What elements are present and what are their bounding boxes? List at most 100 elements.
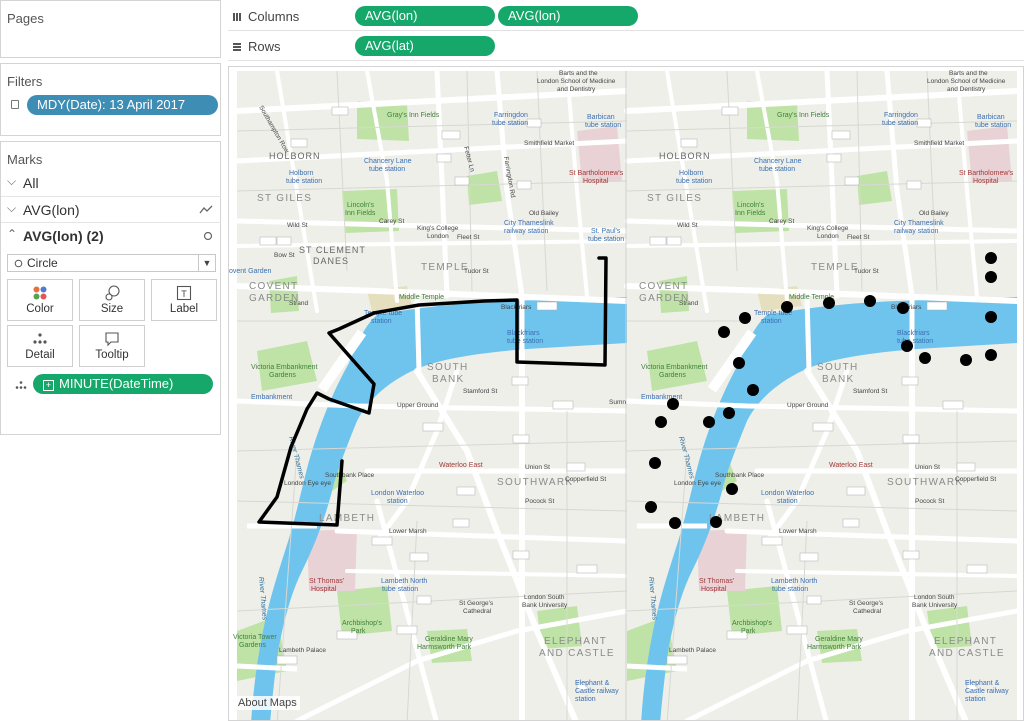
place-label: Park bbox=[351, 628, 366, 635]
map-tile-left bbox=[237, 71, 627, 720]
place-label: Bank University bbox=[912, 602, 958, 609]
route-point[interactable] bbox=[726, 483, 738, 495]
street-label: Stamford St bbox=[463, 388, 498, 395]
street-label: Wild St bbox=[677, 222, 698, 229]
place-label: tube station bbox=[369, 166, 405, 173]
street-label: Bow St bbox=[274, 252, 295, 259]
route-point[interactable] bbox=[985, 349, 997, 361]
place-label: Smithfield Market bbox=[914, 140, 964, 147]
color-icon bbox=[33, 286, 47, 300]
place-label: St George's bbox=[459, 600, 494, 607]
route-point[interactable] bbox=[703, 416, 715, 428]
area-label: DANES bbox=[313, 256, 349, 266]
marks-layer2-row[interactable]: ⌃ AVG(lon) (2) bbox=[1, 224, 221, 250]
place-label: London bbox=[427, 233, 449, 240]
place-label: Barts and the bbox=[949, 70, 988, 77]
route-point[interactable] bbox=[655, 416, 667, 428]
place-label: Chancery Lane bbox=[364, 158, 412, 165]
area-label: SOUTH bbox=[817, 362, 859, 373]
tooltip-icon bbox=[105, 332, 119, 347]
place-label: Southbank Place bbox=[325, 472, 375, 479]
place-label: Cathedral bbox=[463, 608, 492, 615]
place-label: Harmsworth Park bbox=[417, 644, 472, 651]
route-point[interactable] bbox=[781, 301, 793, 313]
detail-card[interactable]: Detail bbox=[7, 325, 73, 367]
columns-pill-1[interactable]: AVG(lon) bbox=[355, 6, 495, 26]
tooltip-card[interactable]: Tooltip bbox=[79, 325, 145, 367]
rows-label: Rows bbox=[248, 39, 281, 54]
route-point[interactable] bbox=[710, 516, 722, 528]
place-label: St Bartholomew's bbox=[959, 170, 1014, 177]
rows-shelf: Rows AVG(lat) bbox=[228, 33, 1024, 61]
place-label: Chancery Lane bbox=[754, 158, 802, 165]
place-label: St Thomas' bbox=[699, 578, 734, 585]
route-point[interactable] bbox=[897, 302, 909, 314]
rows-pill-1[interactable]: AVG(lat) bbox=[355, 36, 495, 56]
place-label: London Waterloo bbox=[371, 490, 424, 497]
expand-plus-icon: + bbox=[43, 380, 54, 391]
columns-pill-2[interactable]: AVG(lon) bbox=[498, 6, 638, 26]
marks-title: Marks bbox=[7, 152, 43, 167]
route-point[interactable] bbox=[667, 398, 679, 410]
place-label: Hospital bbox=[311, 586, 337, 593]
route-point[interactable] bbox=[960, 354, 972, 366]
route-point[interactable] bbox=[733, 357, 745, 369]
place-label: station bbox=[761, 318, 782, 325]
place-label: Elephant & bbox=[965, 680, 1000, 687]
about-maps-link[interactable]: About Maps bbox=[235, 696, 300, 710]
place-label: tube station bbox=[588, 236, 624, 243]
route-point[interactable] bbox=[901, 340, 913, 352]
marks-all-row[interactable]: ⌵ All bbox=[1, 171, 221, 197]
place-label: Southbank Place bbox=[715, 472, 765, 479]
place-label: Castle railway bbox=[575, 688, 619, 695]
street-label: Strand bbox=[289, 300, 309, 307]
map-view[interactable]: HOLBORN ST GILES ST CLEMENT DANES COVENT… bbox=[228, 66, 1024, 721]
line-mark-icon bbox=[199, 205, 213, 214]
color-card-label: Color bbox=[26, 303, 54, 315]
route-point[interactable] bbox=[723, 407, 735, 419]
detail-field-pill[interactable]: + MINUTE(DateTime) bbox=[33, 374, 213, 394]
marks-layer2-label: AVG(lon) (2) bbox=[23, 228, 104, 244]
color-card[interactable]: Color bbox=[7, 279, 73, 321]
mark-type-select[interactable]: Circle ▼ bbox=[7, 254, 216, 272]
place-label: Victoria Embankment bbox=[251, 364, 317, 371]
route-point[interactable] bbox=[985, 252, 997, 264]
street-label: Sumn bbox=[609, 399, 626, 406]
route-point[interactable] bbox=[919, 352, 931, 364]
place-label: Gray's Inn Fields bbox=[387, 112, 440, 119]
area-label: BANK bbox=[822, 374, 854, 385]
divider bbox=[1, 196, 221, 197]
place-label: Smithfield Market bbox=[524, 140, 574, 147]
area-label: BANK bbox=[432, 374, 464, 385]
route-point[interactable] bbox=[747, 384, 759, 396]
place-label: Gardens bbox=[269, 372, 296, 379]
label-card[interactable]: T Label bbox=[151, 279, 217, 321]
filter-pill-label: MDY(Date): 13 April 2017 bbox=[37, 97, 186, 112]
route-point[interactable] bbox=[739, 312, 751, 324]
street-label: Upper Ground bbox=[397, 402, 439, 409]
place-label: and Dentistry bbox=[557, 86, 596, 93]
rows-label-wrap: Rows bbox=[232, 39, 281, 54]
place-label: Inn Fields bbox=[735, 210, 766, 217]
route-point[interactable] bbox=[985, 311, 997, 323]
detail-icon bbox=[33, 333, 47, 344]
route-point[interactable] bbox=[718, 326, 730, 338]
route-point[interactable] bbox=[864, 295, 876, 307]
place-label: Harmsworth Park bbox=[807, 644, 862, 651]
route-point[interactable] bbox=[649, 457, 661, 469]
route-point[interactable] bbox=[645, 501, 657, 513]
route-point[interactable] bbox=[823, 297, 835, 309]
route-point[interactable] bbox=[985, 271, 997, 283]
area-label: AND CASTLE bbox=[539, 648, 615, 659]
marks-layer1-row[interactable]: ⌵ AVG(lon) bbox=[1, 198, 221, 224]
place-label: tube station bbox=[492, 120, 528, 127]
place-label: Barts and the bbox=[559, 70, 598, 77]
route-point[interactable] bbox=[669, 517, 681, 529]
tooltip-card-label: Tooltip bbox=[95, 349, 129, 361]
size-card[interactable]: Size bbox=[79, 279, 145, 321]
street-label: Copperfield St bbox=[565, 476, 606, 483]
filter-pill-date[interactable]: MDY(Date): 13 April 2017 bbox=[27, 95, 218, 115]
place-label: Gardens bbox=[239, 642, 266, 649]
place-label: Lincoln's bbox=[347, 202, 375, 209]
place-label: Victoria Embankment bbox=[641, 364, 707, 371]
